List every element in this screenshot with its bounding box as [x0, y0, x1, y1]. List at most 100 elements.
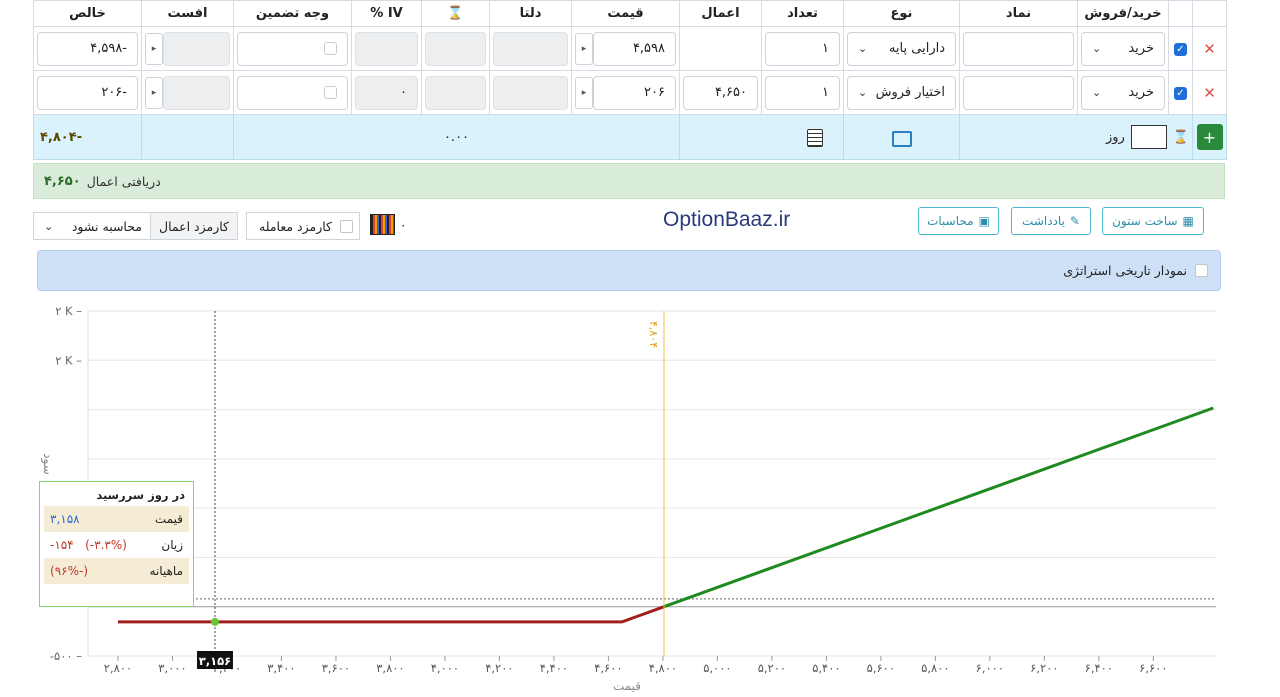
type-value: اختیار فروش [875, 85, 945, 100]
header-iv: IV % [351, 0, 422, 27]
remove-row-button[interactable]: ✕ [1192, 70, 1227, 115]
x-tick-label: ۴,۶۰۰ [594, 661, 622, 675]
x-tick-label: ۴,۰۰۰ [431, 661, 459, 675]
header-price: قیمت [571, 0, 680, 27]
type-value: دارایی پایه [888, 41, 945, 56]
row-checkbox[interactable]: ✓ [1174, 87, 1187, 100]
header-net: خالص [33, 0, 142, 27]
select-col-header [1168, 0, 1193, 27]
symbol-input[interactable] [963, 75, 1074, 110]
calculations-button[interactable]: محاسبات ▣ [918, 207, 999, 235]
net-value: -۴,۵۹۸ [90, 41, 127, 56]
remove-row-button[interactable]: ✕ [1192, 26, 1227, 71]
qty-input[interactable]: ۱ [765, 31, 840, 66]
x-tick-label: ۶,۶۰۰ [1139, 661, 1167, 675]
close-icon[interactable]: ✕ [1203, 40, 1216, 58]
build-column-button[interactable]: ساخت ستون ▦ [1102, 207, 1204, 235]
delta-field [493, 75, 568, 110]
price-stepper[interactable]: ▸ [575, 76, 593, 109]
header-theta: ⌛ [421, 0, 490, 27]
add-card-icon[interactable] [891, 131, 912, 147]
margin-checkbox[interactable] [324, 42, 337, 55]
x-tick-label: ۳,۰۰۰ [158, 661, 186, 675]
strategy-table: خرید/فروش نماد نوع تعداد اعمال قیمت دلتا… [33, 0, 1227, 160]
x-tick-label: ۴,۸۰۰ [649, 661, 677, 675]
margin-input[interactable] [237, 75, 348, 110]
x-tick-label: ۳,۸۰۰ [376, 661, 404, 675]
header-symbol: نماد [959, 0, 1078, 27]
qty-value: ۱ [822, 85, 829, 100]
header-strike: اعمال [679, 0, 762, 27]
x-tick-label: ۶,۲۰۰ [1030, 661, 1058, 675]
x-tick-label: ۶,۴۰۰ [1085, 661, 1113, 675]
delta-field [493, 31, 568, 66]
type-select[interactable]: اختیار فروش ⌄ [847, 75, 956, 110]
x-tick-label: ۵,۲۰۰ [758, 661, 786, 675]
x-tick-label: ۴,۴۰۰ [540, 661, 568, 675]
x-tick-label: ۵,۴۰۰ [812, 661, 840, 675]
symbol-input[interactable] [963, 31, 1074, 66]
header-offset: افست [141, 0, 234, 27]
side-select[interactable]: خرید ⌄ [1081, 31, 1165, 66]
fee-trade-control[interactable]: کارمزد معامله [246, 212, 360, 240]
row-checkbox[interactable]: ✓ [1174, 43, 1187, 56]
tooltip-loss-label: زیان [161, 538, 183, 552]
cursor-badge-label: ۳,۱۵۶ [199, 654, 231, 668]
breakeven-label: ۴,۸۰۴ [647, 321, 660, 348]
offset-stepper[interactable]: ▸ [145, 32, 163, 65]
header-qty: تعداد [761, 0, 844, 27]
history-checkbox[interactable] [1195, 264, 1208, 277]
price-value: ۴,۵۹۸ [632, 41, 665, 56]
edit-icon: ✎ [1069, 214, 1080, 228]
price-stepper[interactable]: ▸ [575, 32, 593, 65]
side-select[interactable]: خرید ⌄ [1081, 75, 1165, 110]
fee-exercise-select[interactable]: کارمزد اعمال محاسبه نشود ⌄ [33, 212, 238, 240]
tooltip-price-label: قیمت [154, 512, 183, 526]
cursor-point [210, 617, 219, 626]
strike-input[interactable]: ۴,۶۵۰ [683, 75, 758, 110]
type-select[interactable]: دارایی پایه ⌄ [847, 31, 956, 66]
qty-value: ۱ [822, 41, 829, 56]
plus-icon: + [1202, 127, 1217, 147]
chevron-down-icon: ⌄ [858, 42, 868, 55]
loss-series-line [117, 605, 665, 624]
fee-exercise-label: کارمزد اعمال [150, 213, 237, 239]
table-header: خرید/فروش نماد نوع تعداد اعمال قیمت دلتا… [33, 0, 1227, 27]
x-tick-label: ۳,۴۰۰ [267, 661, 295, 675]
brand-logo: OptionBaaz.ir [663, 208, 790, 232]
abacus-number: ۰ [400, 218, 407, 232]
table-icon[interactable] [807, 129, 823, 147]
summary-center-value: ۰.۰۰ [443, 129, 470, 145]
x-tick-label: ۶,۰۰۰ [976, 661, 1004, 675]
qty-input[interactable]: ۱ [765, 75, 840, 110]
abacus-icon[interactable] [370, 214, 395, 235]
build-column-label: ساخت ستون [1112, 214, 1178, 228]
margin-checkbox[interactable] [324, 86, 337, 99]
fee-trade-checkbox[interactable] [340, 219, 353, 233]
table-row: ✕ ✓ خرید ⌄ اختیار فروش ⌄ ۱ ۴,۶۵۰ ۲۰۶ ▸ ۰ ▸ … [33, 70, 1227, 115]
tooltip-price-value: ۳,۱۵۸ [50, 512, 80, 526]
days-label: روز [1105, 129, 1125, 145]
y-tick-label: ۲ K – [55, 304, 82, 318]
add-row-button[interactable]: + [1196, 124, 1223, 150]
x-tick-label: ۵,۰۰۰ [703, 661, 731, 675]
margin-input[interactable] [237, 31, 348, 66]
history-label: نمودار تاریخی استراتژی [1063, 263, 1187, 278]
x-tick-label: ۵,۸۰۰ [921, 661, 949, 675]
x-axis-label: قیمت [613, 679, 641, 693]
price-value: ۲۰۶ [644, 85, 665, 100]
offset-stepper[interactable]: ▸ [145, 76, 163, 109]
close-icon[interactable]: ✕ [1203, 84, 1216, 102]
theta-field [425, 31, 486, 66]
row-select[interactable]: ✓ [1168, 70, 1193, 115]
net-value: -۲۰۶ [101, 85, 127, 100]
row-select[interactable]: ✓ [1168, 26, 1193, 71]
price-input[interactable]: ۴,۵۹۸ [593, 31, 676, 66]
chevron-down-icon: ⌄ [858, 86, 868, 99]
note-button[interactable]: یادداشت ✎ [1011, 207, 1091, 235]
exercise-label: دریافتی اعمال [86, 173, 161, 189]
remove-col-header [1192, 0, 1227, 27]
days-input[interactable] [1130, 125, 1167, 149]
price-input[interactable]: ۲۰۶ [593, 75, 676, 110]
header-side: خرید/فروش [1077, 0, 1169, 27]
